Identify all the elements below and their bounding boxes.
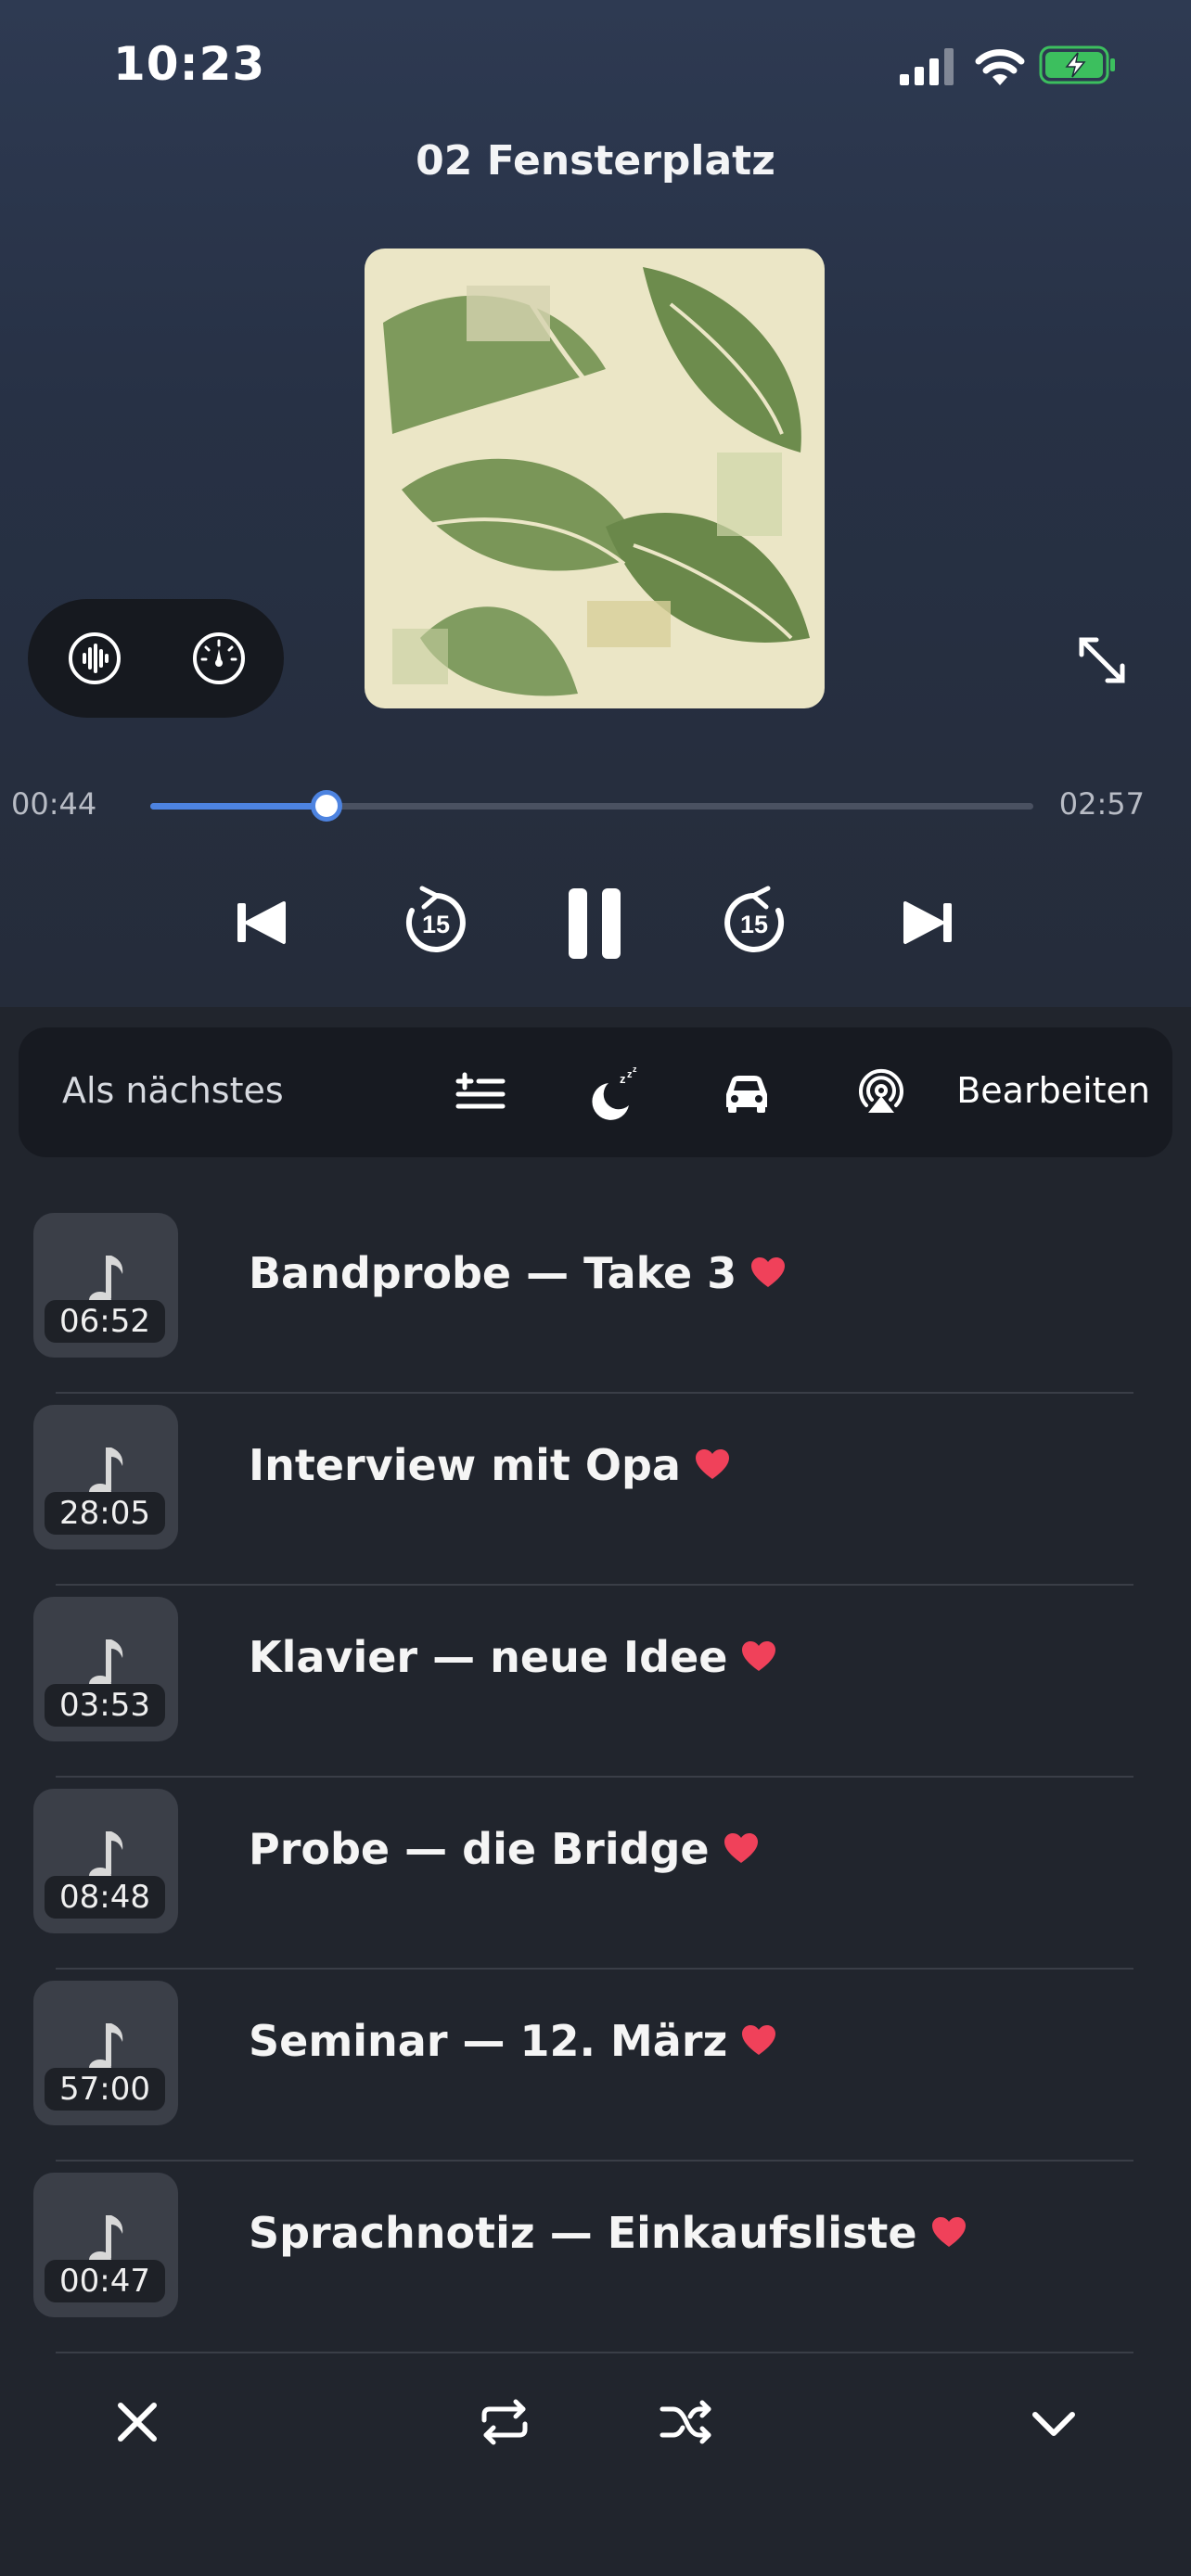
heart-icon — [724, 1832, 758, 1863]
svg-text:15: 15 — [422, 911, 450, 938]
status-time: 10:23 — [113, 37, 266, 91]
list-item[interactable]: 06:52 Bandprobe — Take 3 — [0, 1202, 1191, 1394]
track-title: Probe — die Bridge — [249, 1824, 710, 1874]
car-mode-icon[interactable] — [719, 1065, 775, 1120]
track-duration: 08:48 — [45, 1876, 165, 1919]
bottom-toolbar — [0, 2374, 1191, 2467]
list-item[interactable]: 00:47 Sprachnotiz — Einkaufsliste — [0, 2162, 1191, 2353]
waveform-icon[interactable] — [67, 631, 122, 686]
track-title: Bandprobe — Take 3 — [249, 1248, 737, 1298]
up-next-list: 06:52 Bandprobe — Take 3 28:05 Interview… — [0, 1202, 1191, 2353]
close-icon[interactable] — [108, 2392, 167, 2452]
airplay-icon[interactable] — [853, 1065, 909, 1120]
previous-track-icon[interactable] — [219, 881, 302, 964]
status-bar: 10:23 — [0, 0, 1191, 130]
track-title: Klavier — neue Idee — [249, 1632, 728, 1682]
track-duration: 03:53 — [45, 1684, 165, 1727]
track-duration: 06:52 — [45, 1300, 165, 1343]
svg-text:z: z — [633, 1065, 637, 1074]
pause-icon[interactable] — [554, 881, 637, 964]
audio-tools-pill — [28, 599, 284, 718]
list-item[interactable]: 08:48 Probe — die Bridge — [0, 1778, 1191, 1970]
track-thumbnail: 57:00 — [33, 1981, 178, 2125]
forward-15-icon[interactable]: 15 — [712, 881, 796, 964]
wifi-icon — [975, 49, 1025, 85]
expand-icon[interactable] — [1072, 631, 1132, 690]
track-title: Seminar — 12. März — [249, 2016, 728, 2066]
track-title: Sprachnotiz — Einkaufsliste — [249, 2208, 917, 2258]
rewind-15-icon[interactable]: 15 — [394, 881, 478, 964]
track-thumbnail: 08:48 — [33, 1789, 178, 1933]
track-thumbnail: 03:53 — [33, 1597, 178, 1741]
heart-icon — [931, 2216, 966, 2247]
elapsed-time: 00:44 — [11, 786, 97, 822]
queue-toolbar: Als nächstes z z z Bearbeiten — [19, 1027, 1172, 1157]
shuffle-icon[interactable] — [657, 2392, 716, 2452]
queue-label: Als nächstes — [62, 1070, 284, 1111]
track-thumbnail: 00:47 — [33, 2173, 178, 2317]
heart-icon — [742, 2024, 776, 2055]
next-track-icon[interactable] — [887, 881, 970, 964]
progress-knob[interactable] — [311, 790, 343, 822]
battery-charging-icon — [1039, 45, 1115, 84]
list-item[interactable]: 03:53 Klavier — neue Idee — [0, 1586, 1191, 1778]
cellular-signal-icon — [900, 48, 954, 85]
heart-icon — [742, 1640, 776, 1671]
list-item[interactable]: 28:05 Interview mit Opa — [0, 1394, 1191, 1586]
track-duration: 28:05 — [45, 1492, 165, 1535]
repeat-icon[interactable] — [475, 2392, 534, 2452]
add-to-queue-icon[interactable] — [453, 1065, 508, 1120]
track-title: 02 Fensterplatz — [416, 137, 775, 185]
heart-icon — [751, 1256, 786, 1287]
progress-slider[interactable] — [150, 790, 1033, 822]
album-artwork — [365, 249, 825, 708]
edit-queue-button[interactable]: Bearbeiten — [956, 1070, 1150, 1111]
svg-text:15: 15 — [740, 911, 768, 938]
total-time: 02:57 — [1058, 786, 1145, 822]
svg-text:z: z — [620, 1072, 626, 1086]
progress-fill — [150, 803, 327, 810]
track-title: Interview mit Opa — [249, 1440, 681, 1490]
track-thumbnail: 06:52 — [33, 1213, 178, 1358]
speedometer-icon[interactable] — [191, 631, 247, 686]
sleep-timer-icon[interactable]: z z z — [586, 1065, 642, 1120]
track-duration: 00:47 — [45, 2260, 165, 2302]
now-playing-panel: 10:23 02 Fensterplatz 00:44 02:57 15 15 — [0, 0, 1191, 1007]
list-item[interactable]: 57:00 Seminar — 12. März — [0, 1970, 1191, 2162]
row-divider — [56, 2352, 1133, 2353]
track-duration: 57:00 — [45, 2068, 165, 2111]
chevron-down-icon[interactable] — [1024, 2392, 1083, 2452]
heart-icon — [695, 1448, 729, 1479]
track-thumbnail: 28:05 — [33, 1405, 178, 1549]
